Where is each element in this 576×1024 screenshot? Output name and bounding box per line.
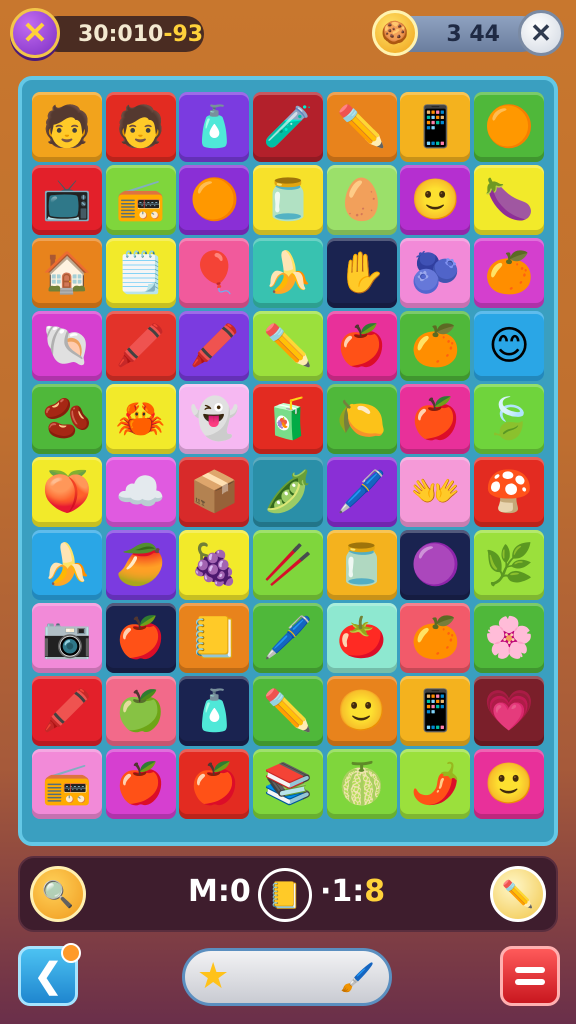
orange-face-icon[interactable]: 🟠 [179, 165, 250, 235]
menu-line [515, 979, 545, 985]
purple-face-icon[interactable]: 🟣 [400, 530, 471, 600]
tv-icon[interactable]: 📺 [32, 165, 102, 235]
chili-icon[interactable]: 🌶️ [400, 749, 471, 819]
close-icon[interactable]: ✕ [10, 8, 60, 58]
tile-grid: 🧑 🧑 🧴 🧪 ✏️ 📱 🟠 📺 📻 🟠 🫙 🥚 🙂 🍆 🏠 🗒️ 🎈 🍌 ✋ 🫐 🍊 🐚 🖍️ 🖍️ ✏️ 🍎 🍊 😊 🫘 🦀 👻 🧃 🍋 🍎 🍃… [32, 92, 545, 819]
timer-pill: 30:010-93 [40, 16, 204, 52]
crayon-icon[interactable]: 🖍️ [179, 311, 250, 381]
glue-icon[interactable]: 🧃 [253, 384, 324, 454]
leaf-icon[interactable]: 🍃 [474, 384, 545, 454]
face-green-hat-icon[interactable]: 🧑 [105, 92, 176, 162]
smiley-icon[interactable]: 😊 [474, 311, 545, 381]
pencil-box-icon[interactable]: 📒 [258, 868, 312, 922]
bananas-icon[interactable]: 🍌 [253, 238, 324, 308]
face-red-hair-icon[interactable]: 🧑 [32, 92, 102, 162]
pencil-icon[interactable]: ✏️ [253, 676, 324, 746]
cookie-face-icon: 🍪 [372, 10, 418, 56]
green-leaf-icon[interactable]: 🥚 [326, 165, 397, 235]
orange-face-icon[interactable]: 🟠 [474, 92, 545, 162]
apple-icon[interactable]: 🍎 [326, 311, 397, 381]
jar-icon[interactable]: 🫙 [326, 530, 397, 600]
back-arrow-icon: ❮ [33, 957, 63, 995]
red-blob-icon[interactable]: 🦀 [105, 384, 176, 454]
plum-icon[interactable]: 🍇 [179, 530, 250, 600]
peach-icon[interactable]: 🍑 [32, 457, 102, 527]
camera-icon[interactable]: 📷 [32, 603, 102, 673]
crayon-icon[interactable]: 🖍️ [105, 311, 176, 381]
radio-icon[interactable]: 📻 [105, 165, 176, 235]
plant-icon[interactable]: 🌿 [474, 530, 545, 600]
level-indicator: ·1:8 [320, 874, 386, 909]
shell-icon[interactable]: 🐚 [32, 311, 102, 381]
hand-icon[interactable]: ✋ [326, 238, 397, 308]
coin-group: 🍪 3 44 ✕ [370, 8, 566, 58]
timer-group: ✕ 30:010-93 [10, 8, 204, 58]
banana-icon[interactable]: 🍌 [32, 530, 102, 600]
book-icon[interactable]: 📒 [179, 603, 250, 673]
book-icon[interactable]: 📚 [253, 749, 324, 819]
red-bean-icon[interactable]: 🫘 [32, 384, 102, 454]
leaf-ball-icon[interactable]: 🍈 [326, 749, 397, 819]
calculator-icon[interactable]: 📱 [400, 92, 471, 162]
exit-icon[interactable]: ✕ [518, 10, 564, 56]
jar-face-icon[interactable]: 🫙 [253, 165, 324, 235]
back-button[interactable]: ❮ [18, 943, 81, 1006]
pencil-icon[interactable]: ✏️ [490, 866, 546, 922]
apple-icon[interactable]: 🍎 [400, 384, 471, 454]
hands-icon[interactable]: 👐 [400, 457, 471, 527]
tablet-icon[interactable]: 📱 [400, 676, 471, 746]
house-icon[interactable]: 🏠 [32, 238, 102, 308]
pen-icon[interactable]: 🖊️ [326, 457, 397, 527]
face-icon[interactable]: 🙂 [326, 676, 397, 746]
apple-icon[interactable]: 🍎 [105, 749, 176, 819]
coin-count: 3 44 [446, 21, 500, 47]
game-board: 🧑 🧑 🧴 🧪 ✏️ 📱 🟠 📺 📻 🟠 🫙 🥚 🙂 🍆 🏠 🗒️ 🎈 🍌 ✋ 🫐 🍊 🐚 🖍️ 🖍️ ✏️ 🍎 🍊 😊 🫘 🦀 👻 🧃 🍋 🍎 🍃… [18, 76, 558, 846]
pencil-icon[interactable]: ✏️ [253, 311, 324, 381]
face-icon[interactable]: 🙂 [400, 165, 471, 235]
notification-badge [61, 943, 81, 963]
magnifier-icon[interactable]: 🔍 [30, 866, 86, 922]
menu-button[interactable] [500, 946, 560, 1006]
note-pencil-icon[interactable]: 🗒️ [105, 238, 176, 308]
menu-line [515, 967, 545, 973]
timer-text: 30:010-93 [78, 21, 204, 47]
apple-icon[interactable]: 🍎 [105, 603, 176, 673]
marker-icon[interactable]: 🖊️ [253, 603, 324, 673]
eggplant-icon[interactable]: 🍆 [474, 165, 545, 235]
powerup-bar[interactable]: ★ 🖌️ [182, 948, 392, 1006]
lemon-icon[interactable]: 🍋 [326, 384, 397, 454]
radio-icon[interactable]: 📻 [32, 749, 102, 819]
box-icon[interactable]: 📦 [179, 457, 250, 527]
pen-icon[interactable]: 🖌️ [340, 961, 375, 994]
moves-label: M:0 [188, 874, 251, 909]
orange-icon[interactable]: 🍊 [474, 238, 545, 308]
pencil-icon[interactable]: ✏️ [326, 92, 397, 162]
mango-icon[interactable]: 🥭 [105, 530, 176, 600]
star-icon[interactable]: ★ [197, 955, 229, 997]
apple-icon[interactable]: 🍎 [179, 749, 250, 819]
flower-icon[interactable]: 🌸 [474, 603, 545, 673]
bottom-bar: 🔍 M:0 📒 ·1:8 ✏️ [18, 856, 558, 932]
stick-icon[interactable]: 🥢 [253, 530, 324, 600]
blue-fruit-icon[interactable]: 🫐 [400, 238, 471, 308]
glue-stick-icon[interactable]: 🧪 [253, 92, 324, 162]
orange-apple-icon[interactable]: 🍊 [400, 311, 471, 381]
balloon-icon[interactable]: 🎈 [179, 238, 250, 308]
face-icon[interactable]: 🙂 [474, 749, 545, 819]
cloud-face-icon[interactable]: ☁️ [105, 457, 176, 527]
orange-icon[interactable]: 🍊 [400, 603, 471, 673]
heart-icon[interactable]: 💗 [474, 676, 545, 746]
marker-icon[interactable]: 🖍️ [32, 676, 102, 746]
mushroom-icon[interactable]: 🍄 [474, 457, 545, 527]
spray-bottle-icon[interactable]: 🧴 [179, 92, 250, 162]
bottle-icon[interactable]: 🧴 [179, 676, 250, 746]
green-blob-icon[interactable]: 🫛 [253, 457, 324, 527]
tomato-icon[interactable]: 🍅 [326, 603, 397, 673]
ghost-icon[interactable]: 👻 [179, 384, 250, 454]
green-apple-icon[interactable]: 🍏 [105, 676, 176, 746]
